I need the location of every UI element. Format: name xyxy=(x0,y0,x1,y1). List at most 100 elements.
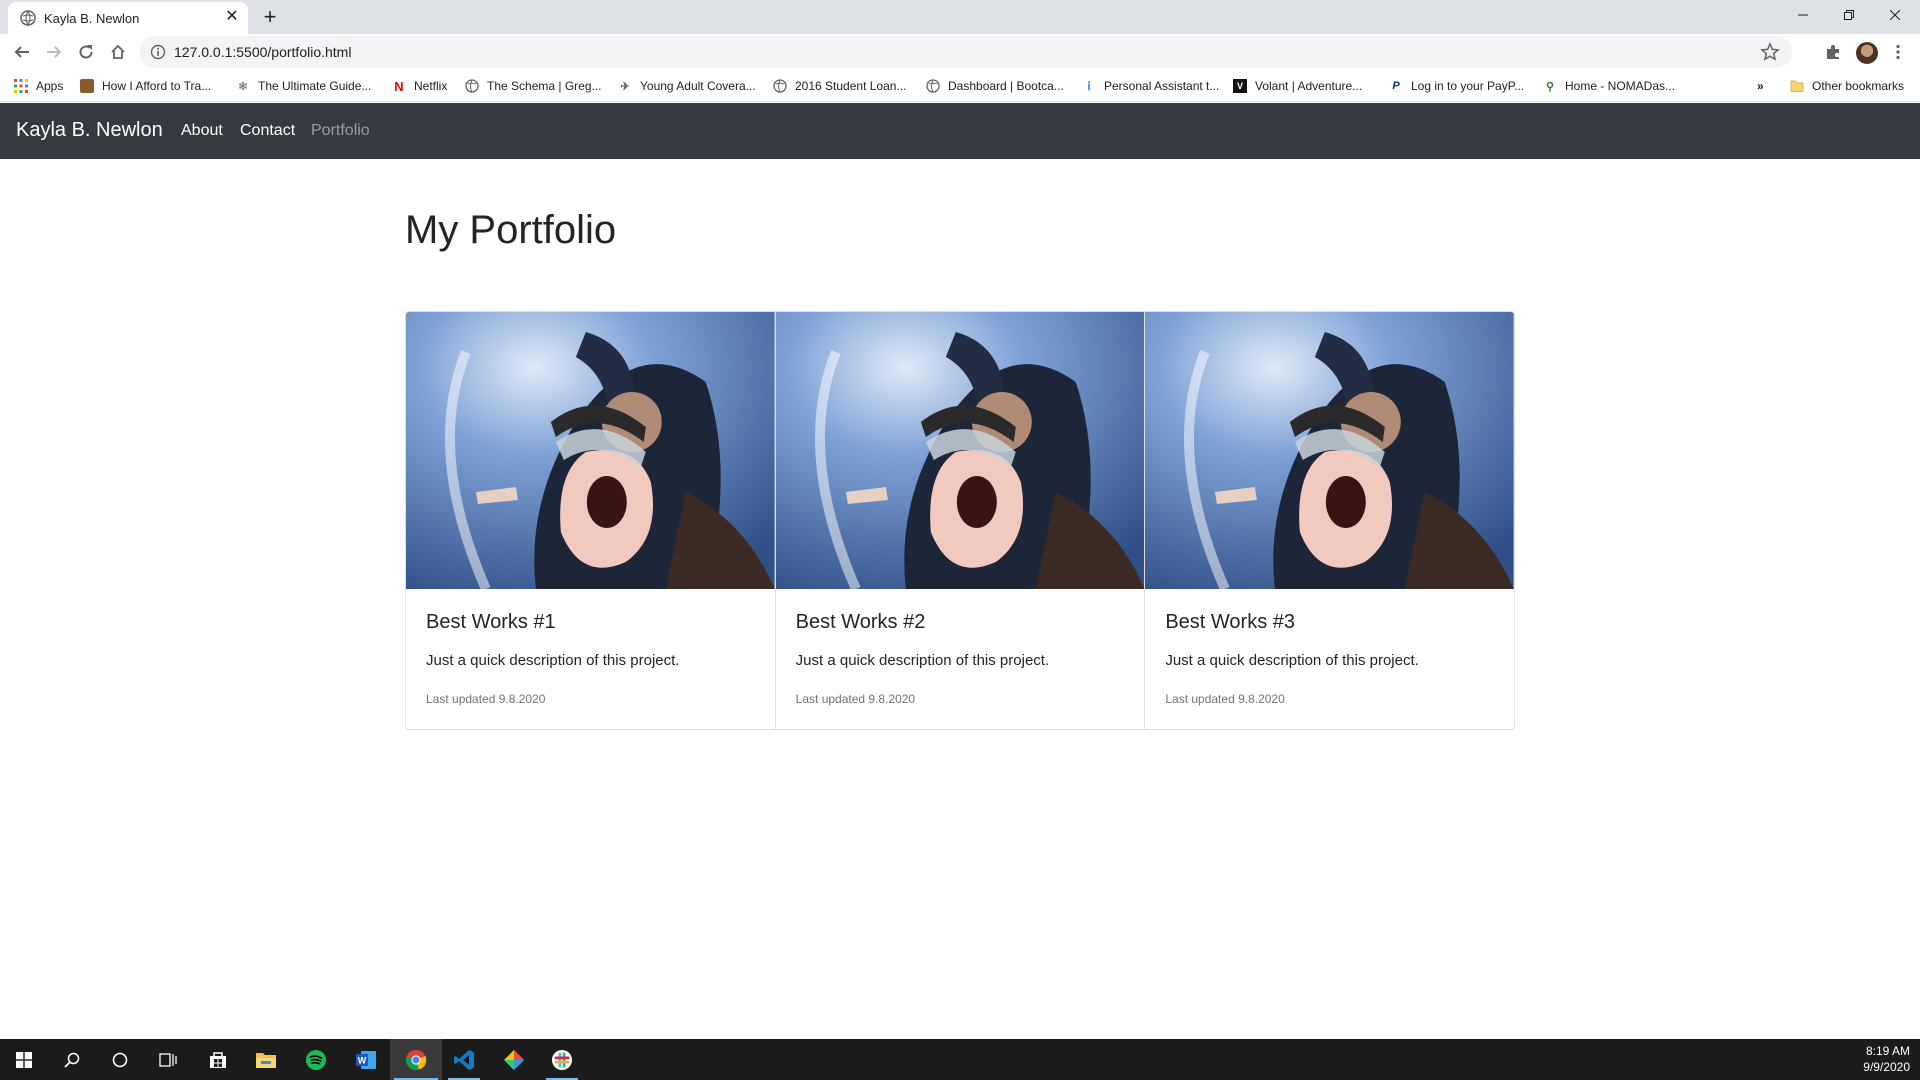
chrome-icon xyxy=(406,1049,427,1070)
skydiving-photo xyxy=(775,312,1145,589)
bookmarks-bar: Apps How I Afford to Tra... ✻ The Ultima… xyxy=(0,70,1920,102)
runner-icon: ⚲ xyxy=(1545,80,1555,93)
site-navbar: Kayla B. Newlon About Contact Portfolio xyxy=(0,103,1920,159)
tab-close-icon[interactable]: ✕ xyxy=(222,7,242,27)
extensions-button[interactable] xyxy=(1819,38,1847,66)
bookmark-item[interactable]: N Netflix xyxy=(392,77,447,95)
reload-button[interactable] xyxy=(72,38,100,66)
file-explorer-icon xyxy=(256,1052,276,1068)
browser-toolbar: 127.0.0.1:5500/portfolio.html xyxy=(0,34,1920,70)
close-icon xyxy=(1890,10,1900,20)
bookmark-item[interactable]: ✈ Young Adult Covera... xyxy=(618,77,755,95)
nav-about[interactable]: About xyxy=(181,122,223,140)
bookmark-item[interactable]: ⅰ Personal Assistant t... xyxy=(1082,77,1219,95)
taskbar-spotify[interactable] xyxy=(292,1039,340,1080)
card-title: Best Works #2 xyxy=(795,611,926,633)
home-button[interactable] xyxy=(104,38,132,66)
bookmark-label: Dashboard | Bootca... xyxy=(948,79,1064,93)
taskbar-word[interactable]: W xyxy=(342,1039,390,1080)
bookmark-label: Home - NOMADas... xyxy=(1565,79,1676,93)
svg-text:W: W xyxy=(358,1055,367,1065)
bookmark-item[interactable]: ⚲ Home - NOMADas... xyxy=(1543,77,1675,95)
cortana-button[interactable] xyxy=(96,1039,144,1080)
more-vert-icon xyxy=(1896,44,1900,60)
nav-portfolio[interactable]: Portfolio xyxy=(311,122,370,140)
taskbar-file-explorer[interactable] xyxy=(242,1039,290,1080)
globe-icon xyxy=(773,79,787,93)
globe-icon xyxy=(465,79,479,93)
card-group: Best Works #1 Just a quick description o… xyxy=(405,311,1515,730)
portfolio-card: Best Works #3 Just a quick description o… xyxy=(1145,312,1514,729)
back-button[interactable] xyxy=(8,38,36,66)
bookmark-label: 2016 Student Loan... xyxy=(795,79,907,93)
card-text: Just a quick description of this project… xyxy=(795,652,1050,669)
apps-grid-icon xyxy=(14,79,28,93)
minimize-button[interactable] xyxy=(1780,0,1826,30)
palm-tree-icon: ✻ xyxy=(238,80,248,93)
card-updated: Last updated 9.8.2020 xyxy=(795,692,916,706)
taskbar-store[interactable] xyxy=(194,1039,242,1080)
taskbar-chrome[interactable] xyxy=(390,1039,442,1080)
bookmarks-overflow-button[interactable]: » xyxy=(1757,77,1764,95)
bookmark-apps[interactable]: Apps xyxy=(14,77,63,95)
bookmark-label: The Ultimate Guide... xyxy=(258,79,372,93)
vscode-icon xyxy=(454,1049,474,1070)
nav-contact[interactable]: Contact xyxy=(240,122,295,140)
task-view-icon xyxy=(159,1052,177,1067)
address-bar[interactable]: 127.0.0.1:5500/portfolio.html xyxy=(140,36,1792,68)
bookmark-star-icon[interactable] xyxy=(1760,42,1780,62)
restore-icon xyxy=(1844,10,1854,20)
info-icon: ⅰ xyxy=(1087,80,1091,93)
bookmark-label: The Schema | Greg... xyxy=(487,79,602,93)
taskbar-slack[interactable] xyxy=(538,1039,586,1080)
bookmark-item[interactable]: P Log in to your PayP... xyxy=(1389,77,1524,95)
folder-icon xyxy=(1790,80,1804,92)
volant-icon: V xyxy=(1233,79,1247,93)
info-icon[interactable] xyxy=(150,44,166,60)
site-brand[interactable]: Kayla B. Newlon xyxy=(16,119,163,142)
netflix-icon: N xyxy=(394,78,404,94)
tab-title: Kayla B. Newlon xyxy=(44,11,140,26)
bookmark-label: Apps xyxy=(36,79,64,93)
page-title: My Portfolio xyxy=(405,208,617,252)
card-text: Just a quick description of this project… xyxy=(426,652,680,669)
bookmark-label: Volant | Adventure... xyxy=(1255,79,1363,93)
bookmark-item[interactable]: 2016 Student Loan... xyxy=(773,77,906,95)
system-clock[interactable]: 8:19 AM 9/9/2020 xyxy=(1863,1043,1910,1075)
store-icon xyxy=(210,1051,226,1068)
start-button[interactable] xyxy=(0,1039,48,1080)
browser-tab[interactable]: Kayla B. Newlon ✕ xyxy=(8,2,248,34)
taskbar-git[interactable] xyxy=(490,1039,538,1080)
portfolio-card: Best Works #1 Just a quick description o… xyxy=(406,312,776,729)
restore-button[interactable] xyxy=(1826,0,1872,30)
skydiving-photo xyxy=(1145,312,1514,589)
word-icon: W xyxy=(356,1050,376,1069)
forward-button[interactable] xyxy=(40,38,68,66)
card-title: Best Works #1 xyxy=(426,611,556,633)
bookmark-item[interactable]: How I Afford to Tra... xyxy=(80,77,211,95)
new-tab-button[interactable]: + xyxy=(258,5,282,29)
other-bookmarks-folder[interactable]: Other bookmarks xyxy=(1790,77,1904,95)
slack-icon xyxy=(552,1049,572,1070)
taskbar-vscode[interactable] xyxy=(440,1039,488,1080)
bookmark-item[interactable]: The Schema | Greg... xyxy=(465,77,602,95)
back-arrow-icon xyxy=(14,46,29,58)
cortana-icon xyxy=(112,1052,128,1067)
bookmark-item[interactable]: Dashboard | Bootca... xyxy=(926,77,1064,95)
home-icon xyxy=(111,44,125,59)
plane-icon: ✈ xyxy=(620,80,630,93)
bookmark-item[interactable]: ✻ The Ultimate Guide... xyxy=(236,77,371,95)
taskbar-search-button[interactable] xyxy=(48,1039,96,1080)
url-text[interactable]: 127.0.0.1:5500/portfolio.html xyxy=(174,44,351,60)
skydiving-photo xyxy=(406,312,775,589)
chrome-menu-button[interactable] xyxy=(1884,38,1912,66)
task-view-button[interactable] xyxy=(144,1039,192,1080)
close-window-button[interactable] xyxy=(1872,0,1918,30)
windows-taskbar: W 8:19 AM 9/9/2020 xyxy=(0,1039,1920,1080)
search-icon xyxy=(64,1052,80,1068)
globe-icon xyxy=(20,10,36,26)
profile-avatar[interactable] xyxy=(1856,42,1878,64)
bookmark-item[interactable]: V Volant | Adventure... xyxy=(1233,77,1362,95)
browser-tab-strip: Kayla B. Newlon ✕ + xyxy=(0,0,1920,34)
spotify-icon xyxy=(306,1049,326,1070)
